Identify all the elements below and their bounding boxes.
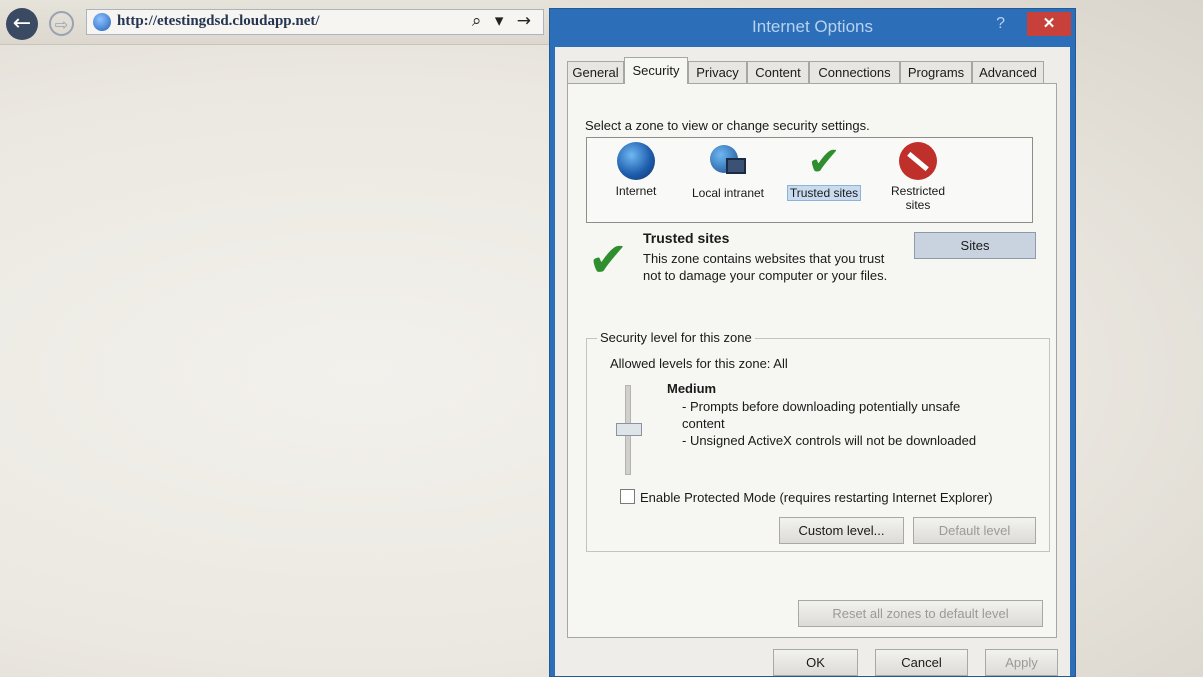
tab-privacy[interactable]: Privacy bbox=[688, 61, 747, 83]
sites-button[interactable]: Sites bbox=[914, 232, 1036, 259]
zone-info-description: This zone contains websites that you tru… bbox=[643, 251, 888, 283]
site-favicon-icon bbox=[93, 13, 111, 31]
zone-info-title: Trusted sites bbox=[643, 230, 730, 246]
security-level-slider-thumb[interactable] bbox=[616, 423, 642, 436]
close-button[interactable]: ✕ bbox=[1027, 12, 1071, 36]
zone-prompt: Select a zone to view or change security… bbox=[585, 118, 870, 133]
zone-trusted-sites[interactable]: ✔ Trusted sites bbox=[781, 139, 867, 201]
tab-programs[interactable]: Programs bbox=[900, 61, 972, 83]
check-icon: ✔ bbox=[807, 139, 841, 185]
reset-all-zones-button[interactable]: Reset all zones to default level bbox=[798, 600, 1043, 627]
browser-toolbar: ← ⇨ http://etestingdsd.cloudapp.net/ ⌕ ▾… bbox=[0, 0, 550, 45]
zone-label: Trusted sites bbox=[786, 185, 862, 201]
ok-button[interactable]: OK bbox=[773, 649, 858, 676]
level-line: - Prompts before downloading potentially… bbox=[682, 399, 961, 431]
cancel-button[interactable]: Cancel bbox=[875, 649, 968, 676]
default-level-button[interactable]: Default level bbox=[913, 517, 1036, 544]
zone-restricted-sites[interactable]: Restricted sites bbox=[877, 142, 959, 212]
tab-connections[interactable]: Connections bbox=[809, 61, 900, 83]
allowed-levels: Allowed levels for this zone: All bbox=[610, 356, 788, 371]
no-entry-icon bbox=[899, 142, 937, 180]
level-description: - Prompts before downloading potentially… bbox=[682, 398, 1002, 449]
tab-advanced[interactable]: Advanced bbox=[972, 61, 1044, 83]
tab-content[interactable]: Content bbox=[747, 61, 809, 83]
back-button[interactable]: ← bbox=[6, 8, 38, 40]
zone-list: Internet Local intranet ✔ Trusted sites … bbox=[586, 137, 1033, 223]
trusted-check-icon: ✔ bbox=[588, 232, 629, 288]
zone-label: Restricted sites bbox=[890, 184, 946, 212]
security-level-group: Security level for this zone Allowed lev… bbox=[586, 330, 1050, 552]
level-name: Medium bbox=[667, 381, 717, 396]
globe-icon bbox=[617, 142, 655, 180]
network-icon bbox=[708, 142, 748, 182]
protected-mode-option[interactable]: Enable Protected Mode (requires restarti… bbox=[620, 489, 993, 505]
tab-general[interactable]: General bbox=[567, 61, 624, 83]
search-dropdown-go-icons[interactable]: ⌕ ▾ → bbox=[472, 11, 535, 31]
forward-button[interactable]: ⇨ bbox=[49, 11, 74, 36]
internet-options-dialog: Internet Options ? ✕ General Security Pr… bbox=[549, 8, 1076, 677]
zone-label: Internet bbox=[615, 184, 657, 198]
zone-label: Local intranet bbox=[691, 186, 765, 200]
level-line: - Unsigned ActiveX controls will not be … bbox=[682, 433, 977, 448]
custom-level-button[interactable]: Custom level... bbox=[779, 517, 904, 544]
help-icon[interactable]: ? bbox=[996, 15, 1005, 33]
group-title: Security level for this zone bbox=[597, 330, 755, 345]
zone-local-intranet[interactable]: Local intranet bbox=[683, 142, 773, 200]
tab-security[interactable]: Security bbox=[624, 57, 688, 84]
dialog-client-area: General Security Privacy Content Connect… bbox=[555, 47, 1070, 676]
protected-mode-label: Enable Protected Mode (requires restarti… bbox=[640, 490, 993, 505]
url-text[interactable]: http://etestingdsd.cloudapp.net/ bbox=[117, 13, 320, 30]
address-bar[interactable]: http://etestingdsd.cloudapp.net/ ⌕ ▾ → bbox=[86, 9, 544, 35]
protected-mode-checkbox[interactable] bbox=[620, 489, 635, 504]
zone-internet[interactable]: Internet bbox=[601, 142, 671, 198]
security-tab-panel: Select a zone to view or change security… bbox=[567, 83, 1057, 638]
apply-button[interactable]: Apply bbox=[985, 649, 1058, 676]
